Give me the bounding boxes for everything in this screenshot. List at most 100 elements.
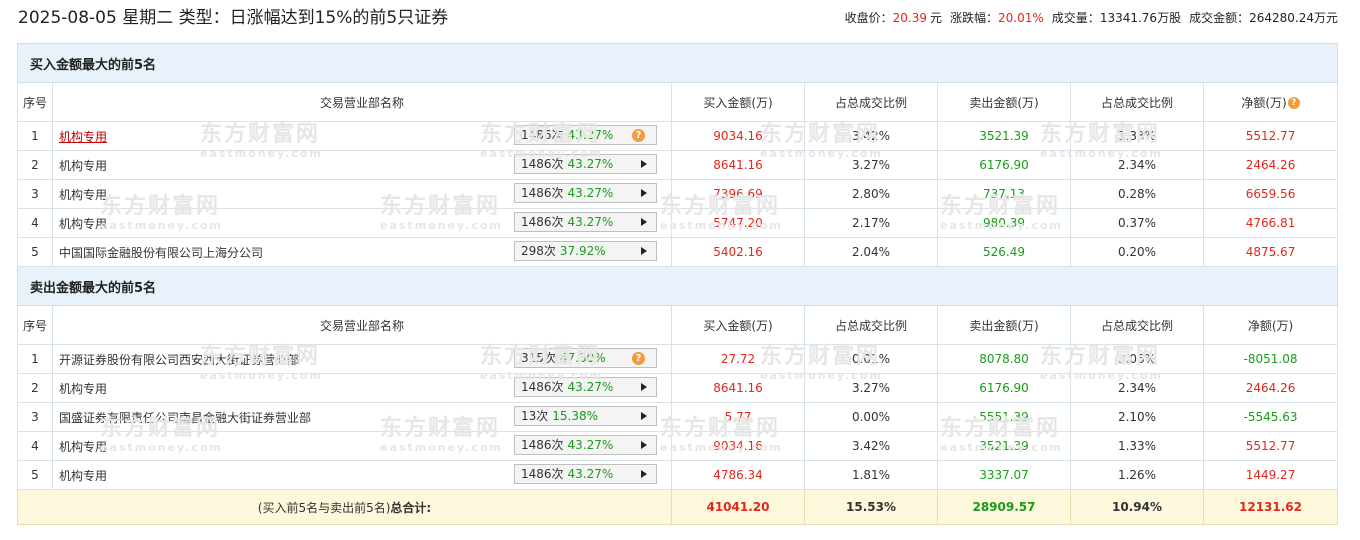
buy-amount: 9034.16 (671, 431, 805, 461)
branch-stat-box[interactable]: 1486次 43.27%? (514, 125, 657, 145)
col-header-buy: 买入金额(万) (671, 82, 805, 122)
branch-stat-box[interactable]: 298次 37.92% (514, 241, 657, 261)
buy-ratio: 3.27% (804, 150, 938, 180)
sell-ratio: 0.20% (1070, 237, 1204, 267)
row-index: 3 (17, 402, 53, 432)
close-label: 收盘价： (844, 11, 893, 25)
question-icon[interactable]: ? (632, 352, 645, 365)
sell-amount: 6176.90 (937, 373, 1071, 403)
row-index: 5 (17, 460, 53, 490)
net-amount: 4875.67 (1202, 237, 1339, 267)
row-index: 3 (17, 179, 53, 209)
buy-amount: 8641.16 (671, 373, 805, 403)
branch-stat-box[interactable]: 315次 47.30%? (514, 348, 657, 368)
amount-label: 成交金额： (1189, 11, 1250, 25)
sell-amount: 737.13 (937, 179, 1071, 209)
sell-amount: 8078.80 (937, 344, 1071, 374)
total-label: (买入前5名与卖出前5名)总合计: (17, 489, 672, 525)
table-row: 5 中国国际金融股份有限公司上海分公司 298次 37.92% 5402.16 2… (17, 237, 1339, 267)
change-value: 20.01% (998, 11, 1044, 25)
listing-count: 1486次 (521, 128, 564, 142)
sell-amount: 3521.39 (937, 121, 1071, 151)
table-row: 1 机构专用 1486次 43.27%? 9034.16 3.42% 3521.3… (17, 121, 1339, 151)
arrow-right-icon[interactable] (641, 218, 647, 226)
row-index: 4 (17, 208, 53, 238)
sell-amount: 5551.39 (937, 402, 1071, 432)
net-amount: 5512.77 (1202, 431, 1339, 461)
close-value: 20.39 (892, 11, 927, 25)
branch-cell: 机构专用 1486次 43.27% (52, 150, 672, 180)
buy-amount: 27.72 (671, 344, 805, 374)
sell-section-header: 卖出金额最大的前5名 (16, 266, 1339, 306)
success-rate: 15.38% (552, 409, 599, 423)
branch-stat-box[interactable]: 1486次 43.27% (514, 435, 657, 455)
buy-amount: 4786.34 (671, 460, 805, 490)
arrow-right-icon[interactable] (641, 441, 647, 449)
branch-name: 机构专用 (59, 216, 108, 231)
table-row: 3 国盛证券有限责任公司南昌金融大街证券营业部 13次 15.38% 5.77 0… (17, 402, 1339, 432)
listing-count: 1486次 (521, 215, 564, 229)
success-rate: 43.27% (567, 438, 614, 452)
success-rate: 43.27% (567, 186, 614, 200)
sell-ratio: 2.34% (1070, 150, 1204, 180)
listing-count: 1486次 (521, 467, 564, 481)
question-icon[interactable]: ? (632, 129, 645, 142)
help-icon[interactable]: ? (1287, 96, 1300, 109)
arrow-right-icon[interactable] (641, 383, 647, 391)
total-buy: 41041.20 (671, 489, 805, 525)
net-amount: -8051.08 (1202, 344, 1339, 374)
total-label-prefix: (买入前5名与卖出前5名) (257, 500, 391, 515)
row-index: 2 (17, 150, 53, 180)
net-amount: -5545.63 (1202, 402, 1339, 432)
success-rate: 43.27% (567, 157, 614, 171)
volume-label: 成交量： (1051, 11, 1100, 25)
branch-cell: 机构专用 1486次 43.27% (52, 460, 672, 490)
branch-stat-box[interactable]: 1486次 43.27% (514, 154, 657, 174)
branch-stat-box[interactable]: 1486次 43.27% (514, 464, 657, 484)
branch-cell: 机构专用 1486次 43.27% (52, 179, 672, 209)
arrow-right-icon[interactable] (641, 247, 647, 255)
branch-name: 机构专用 (59, 381, 108, 396)
net-amount: 5512.77 (1202, 121, 1339, 151)
close-unit: 元 (930, 11, 943, 25)
col-header-index: 序号 (17, 82, 53, 122)
buy-column-header-row: 序号 交易营业部名称 买入金额(万) 占总成交比例 卖出金额(万) 占总成交比例… (17, 82, 1339, 122)
branch-cell: 机构专用 1486次 43.27% (52, 431, 672, 461)
row-index: 4 (17, 431, 53, 461)
branch-stat-box[interactable]: 13次 15.38% (514, 406, 657, 426)
col-header-net: 净额(万)? (1202, 82, 1339, 122)
buy-amount: 5402.16 (671, 237, 805, 267)
col-header-sell: 卖出金额(万) (937, 82, 1071, 122)
arrow-right-icon[interactable] (641, 412, 647, 420)
buy-ratio: 0.00% (804, 402, 938, 432)
sell-amount: 526.49 (937, 237, 1071, 267)
branch-stat-box[interactable]: 1486次 43.27% (514, 377, 657, 397)
branch-stat-box[interactable]: 1486次 43.27% (514, 183, 657, 203)
listing-count: 1486次 (521, 380, 564, 394)
success-rate: 43.27% (567, 128, 614, 142)
branch-name[interactable]: 机构专用 (59, 130, 107, 144)
col-header-net-label: 净额(万) (1241, 95, 1287, 110)
net-amount: 2464.26 (1202, 150, 1339, 180)
arrow-right-icon[interactable] (641, 470, 647, 478)
sell-ratio: 0.37% (1070, 208, 1204, 238)
buy-ratio: 2.04% (804, 237, 938, 267)
arrow-right-icon[interactable] (641, 160, 647, 168)
price-summary: 收盘价：20.39 元涨跌幅：20.01% 成交量：13341.76万股 成交金额：2… (845, 10, 1338, 26)
arrow-right-icon[interactable] (641, 189, 647, 197)
branch-stat-box[interactable]: 1486次 43.27% (514, 212, 657, 232)
buy-section-title: 买入金额最大的前5名 (16, 43, 1339, 83)
sell-ratio: 2.10% (1070, 402, 1204, 432)
buy-amount: 5747.20 (671, 208, 805, 238)
branch-name: 中国国际金融股份有限公司上海分公司 (59, 245, 264, 260)
listing-count: 1486次 (521, 157, 564, 171)
buy-ratio: 0.01% (804, 344, 938, 374)
change-label: 涨跌幅： (950, 11, 999, 25)
col-header-net-label: 净额(万) (1247, 318, 1294, 333)
branch-cell: 机构专用 1486次 43.27%? (52, 121, 672, 151)
sell-section-title: 卖出金额最大的前5名 (16, 266, 1339, 306)
table-row: 1 开源证券股份有限公司西安西大街证券营业部 315次 47.30%? 27.72… (17, 344, 1339, 374)
listing-count: 13次 (521, 409, 549, 423)
listing-count: 298次 (521, 244, 556, 258)
net-amount: 1449.27 (1202, 460, 1339, 490)
